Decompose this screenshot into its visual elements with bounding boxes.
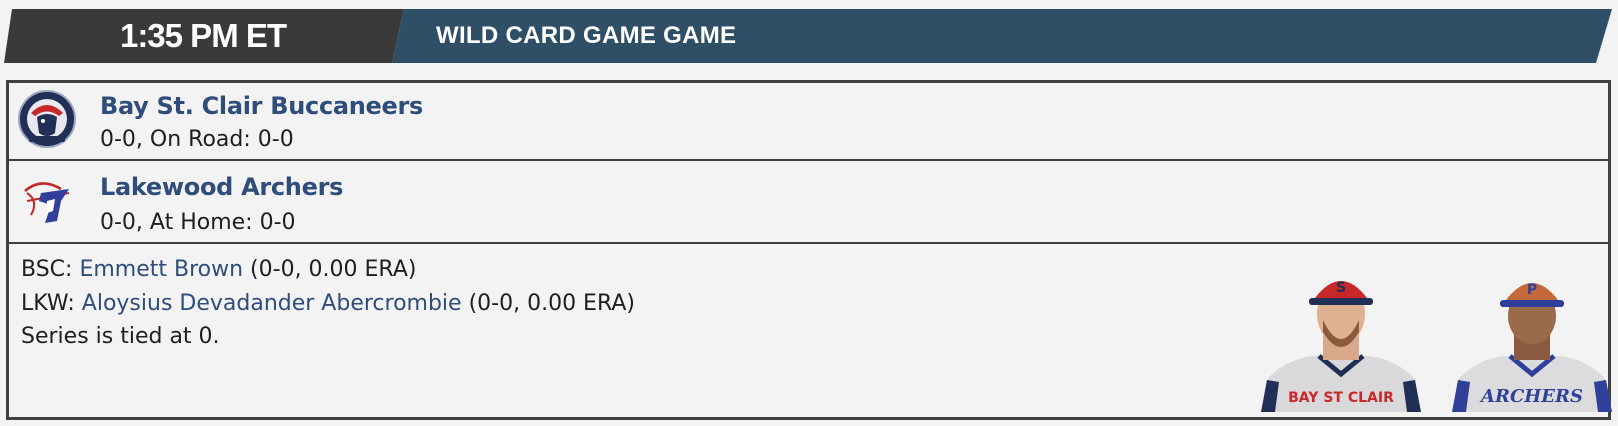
home-team-name[interactable]: Lakewood Archers [100, 173, 343, 201]
away-pitcher-stats: (0-0, 0.00 ERA) [250, 257, 417, 282]
home-pitcher-line: LKW: Aloysius Devadander Abercrombie (0-… [21, 291, 635, 316]
away-team-name[interactable]: Bay St. Clair Buccaneers [100, 92, 423, 120]
game-time-box: 1:35 PM ET [4, 9, 404, 63]
away-pitcher-line: BSC: Emmett Brown (0-0, 0.00 ERA) [21, 257, 416, 282]
team-row-home: Lakewood Archers 0-0, At Home: 0-0 [9, 161, 1608, 244]
game-time: 1:35 PM ET [119, 17, 287, 54]
pitching-matchup: BSC: Emmett Brown (0-0, 0.00 ERA) LKW: A… [9, 244, 1612, 417]
matchup-panel: Bay St. Clair Buccaneers 0-0, On Road: 0… [6, 80, 1612, 420]
archers-logo-icon[interactable] [17, 171, 77, 231]
svg-text:ARCHERS: ARCHERS [1479, 386, 1583, 407]
team-row-away: Bay St. Clair Buccaneers 0-0, On Road: 0… [9, 83, 1608, 161]
home-pitcher-photo[interactable]: P ARCHERS [1452, 262, 1612, 412]
away-team-record: 0-0, On Road: 0-0 [100, 127, 294, 152]
home-pitcher-link[interactable]: Aloysius Devadander Abercrombie [82, 291, 462, 316]
svg-text:BAY ST CLAIR: BAY ST CLAIR [1288, 390, 1394, 406]
home-pitcher-stats: (0-0, 0.00 ERA) [468, 291, 635, 316]
away-pitcher-link[interactable]: Emmett Brown [79, 257, 243, 282]
away-pitcher-photo[interactable]: S BAY ST CLAIR [1261, 262, 1421, 412]
home-team-abbr: LKW: [21, 291, 75, 316]
svg-text:S: S [1336, 280, 1346, 296]
game-card: 1:35 PM ET WILD CARD GAME GAME Bay St. C… [0, 0, 1618, 426]
svg-text:P: P [1527, 282, 1537, 298]
buccaneers-logo-icon[interactable] [17, 89, 77, 149]
game-title: WILD CARD GAME GAME [436, 22, 737, 49]
home-team-record: 0-0, At Home: 0-0 [100, 210, 296, 235]
game-header: 1:35 PM ET WILD CARD GAME GAME [4, 9, 1612, 63]
game-title-box: WILD CARD GAME GAME [392, 9, 1612, 63]
series-status: Series is tied at 0. [21, 324, 220, 349]
away-team-abbr: BSC: [21, 257, 73, 282]
